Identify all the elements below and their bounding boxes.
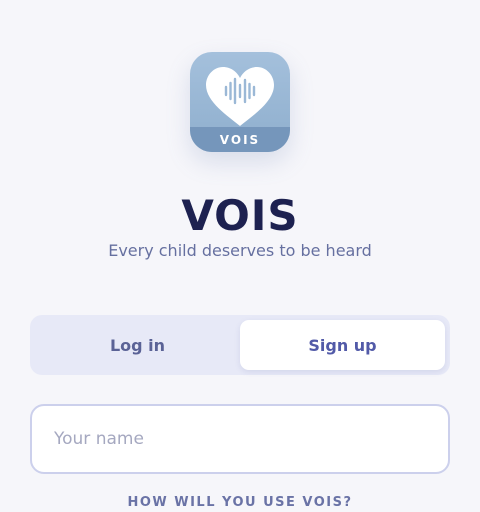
brand-title: VOIS <box>181 191 299 240</box>
app-icon-badge-text: VOIS <box>219 132 261 147</box>
brand-tagline: Every child deserves to be heard <box>108 241 372 260</box>
app-logo-icon: VOIS <box>190 52 290 152</box>
tab-sign-up[interactable]: Sign up <box>240 320 445 370</box>
usage-section-label: HOW WILL YOU USE VOIS? <box>127 495 353 510</box>
app-icon-badge: VOIS <box>190 127 290 152</box>
name-input[interactable] <box>30 404 450 474</box>
auth-tabs: Log in Sign up <box>30 315 450 375</box>
tab-log-in[interactable]: Log in <box>35 320 240 370</box>
